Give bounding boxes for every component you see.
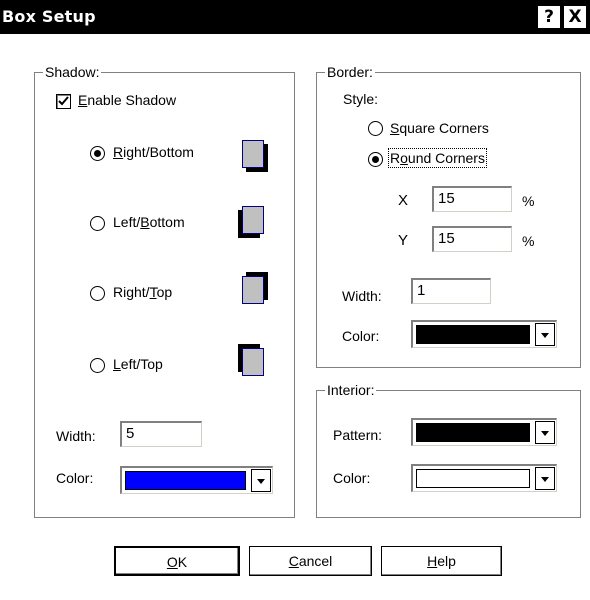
shadow-width-input[interactable]: 5 xyxy=(120,421,202,447)
radio-round-corners[interactable] xyxy=(368,152,383,167)
chevron-down-icon[interactable] xyxy=(251,469,271,492)
preview-left-bottom xyxy=(242,206,264,234)
cancel-button[interactable]: Cancel xyxy=(249,546,372,576)
radio-left-top[interactable] xyxy=(90,358,105,373)
interior-pattern-select[interactable] xyxy=(411,418,557,446)
border-color-select[interactable] xyxy=(411,320,557,348)
interior-color-label: Color: xyxy=(333,470,371,486)
shadow-color-select[interactable] xyxy=(120,466,273,494)
interior-group: Interior: xyxy=(316,382,581,518)
chevron-down-icon[interactable] xyxy=(535,467,555,490)
interior-color-select[interactable] xyxy=(411,464,557,492)
enable-shadow-label[interactable]: Enable Shadow xyxy=(78,92,176,108)
radio-left-bottom[interactable] xyxy=(90,216,105,231)
ok-button[interactable]: OK xyxy=(114,546,240,576)
enable-shadow-checkbox[interactable] xyxy=(56,94,71,109)
radio-square-corners[interactable] xyxy=(368,121,383,136)
radio-right-top[interactable] xyxy=(90,286,105,301)
checkmark-icon xyxy=(58,96,69,106)
shadow-width-label: Width: xyxy=(56,428,96,444)
border-y-label: Y xyxy=(398,232,409,249)
border-color-label: Color: xyxy=(342,328,380,344)
close-icon[interactable]: X xyxy=(564,6,586,28)
border-x-input[interactable]: 15 xyxy=(432,186,512,212)
interior-group-label: Interior: xyxy=(325,382,377,398)
preview-right-bottom xyxy=(242,140,264,168)
label-right-top[interactable]: Right/Top xyxy=(113,284,172,300)
interior-color-swatch xyxy=(416,469,530,488)
preview-left-top xyxy=(242,348,264,376)
help-icon[interactable]: ? xyxy=(538,6,560,28)
border-width-label: Width: xyxy=(342,288,382,304)
border-y-percent: % xyxy=(522,233,535,249)
preview-right-top xyxy=(242,276,264,304)
label-square-corners[interactable]: Square Corners xyxy=(390,120,489,136)
border-x-label: X xyxy=(398,192,409,209)
interior-pattern-swatch xyxy=(416,423,530,442)
radio-right-bottom[interactable] xyxy=(90,146,105,161)
border-style-label: Style: xyxy=(343,91,379,107)
shadow-group-label: Shadow: xyxy=(43,64,102,80)
shadow-color-label: Color: xyxy=(56,470,94,486)
border-group-label: Border: xyxy=(325,64,375,80)
title-bar: Box Setup ? X xyxy=(0,0,590,34)
border-width-input[interactable]: 1 xyxy=(411,278,491,304)
border-color-swatch xyxy=(416,325,530,344)
label-right-bottom[interactable]: Right/Bottom xyxy=(113,144,194,160)
border-x-percent: % xyxy=(522,193,535,209)
window-title: Box Setup xyxy=(2,7,96,26)
interior-pattern-label: Pattern: xyxy=(333,427,383,443)
chevron-down-icon[interactable] xyxy=(535,421,555,444)
label-round-corners[interactable]: Round Corners xyxy=(388,148,487,168)
label-left-bottom[interactable]: Left/Bottom xyxy=(113,214,185,230)
border-y-input[interactable]: 15 xyxy=(432,226,512,252)
chevron-down-icon[interactable] xyxy=(535,323,555,346)
shadow-color-swatch xyxy=(125,471,246,490)
help-button[interactable]: Help xyxy=(381,546,502,576)
label-left-top[interactable]: Left/Top xyxy=(113,356,163,372)
